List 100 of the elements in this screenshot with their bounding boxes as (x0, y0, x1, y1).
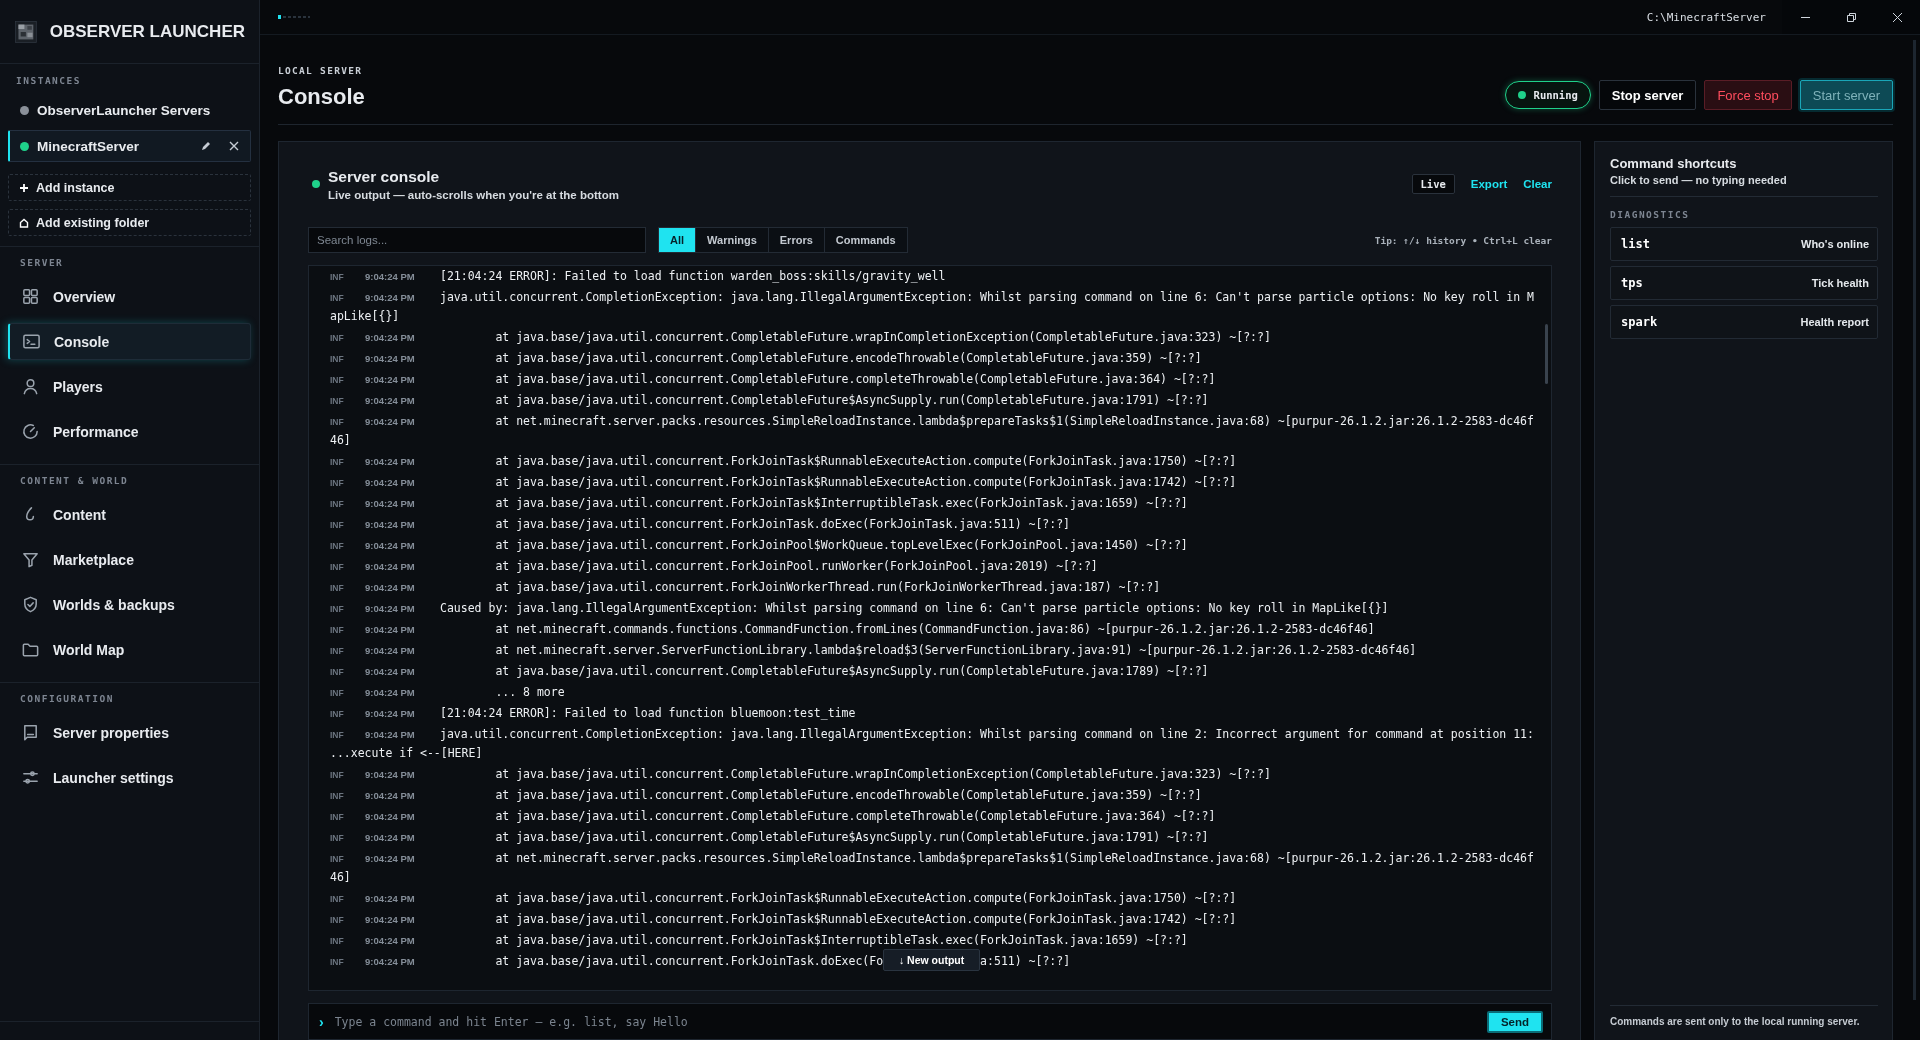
force-stop-button[interactable]: Force stop (1704, 80, 1792, 110)
log-time: 9:04:24 PM (365, 332, 416, 343)
panel-title: Command shortcuts (1610, 156, 1738, 171)
log-message: java.util.concurrent.CompletionException: java.lang.IllegalArgumentException: Whilst parsing command on line 6: Can't parse particle options: No key roll in M (440, 289, 1534, 306)
add-instance-button[interactable]: Add instance (8, 174, 251, 201)
person-icon (21, 377, 40, 396)
nav-item[interactable]: Server properties (8, 714, 251, 751)
nav-item[interactable]: Marketplace (8, 541, 251, 578)
filter-tab[interactable]: All (659, 228, 697, 252)
shortcut-item[interactable]: list Who's online (1610, 227, 1878, 261)
section-heading: CONFIGURATION (19, 692, 115, 706)
filter-tab[interactable]: Commands (824, 228, 907, 252)
restore-icon[interactable] (1845, 11, 1857, 23)
log-time: 9:04:24 PM (365, 292, 416, 303)
section-heading: CONTENT & WORLD (19, 474, 130, 488)
filter-tab[interactable]: Errors (768, 228, 825, 252)
log-level: INF (330, 811, 345, 822)
log-message: at java.base/java.util.concurrent.ForkJoinPool.runWorker(ForkJoinPool.java:2019) ~[?:?] (494, 558, 1098, 575)
app-title: OBSERVER LAUNCHER (49, 21, 245, 42)
log-time: 9:04:24 PM (365, 561, 416, 572)
nav-item[interactable]: Performance (8, 413, 251, 450)
log-time: 9:04:24 PM (365, 395, 416, 406)
prompt-symbol: › (319, 1013, 324, 1030)
live-badge: Live (1411, 174, 1455, 194)
log-message: at java.base/java.util.concurrent.ForkJoinTask$InterruptibleTask.exec(ForkJoinTask.java:1659) ~[?:?] (494, 932, 1188, 949)
log-level: INF (330, 271, 345, 282)
log-message: Caused by: java.lang.IllegalArgumentException: Whilst parsing command on line 6: Can't parse particle options: No key roll in MapLike[{}] (440, 600, 1389, 617)
clear-link[interactable]: Clear (1523, 178, 1552, 190)
log-message: at java.base/java.util.concurrent.CompletableFuture.completeThrowable(CompletableFuture.java:364) ~[?:?] (494, 371, 1216, 388)
log-time: 9:04:24 PM (365, 624, 416, 635)
log-message: at java.base/java.util.concurrent.CompletableFuture.wrapInCompletionException(CompletableFuture.java:323) ~[?:?] (494, 329, 1271, 346)
nav-item[interactable]: Overview (8, 278, 251, 315)
log-time: 9:04:24 PM (365, 666, 416, 677)
log-level: INF (330, 540, 345, 551)
log-message: at java.base/java.util.concurrent.CompletableFuture$AsyncSupply.run(CompletableFuture.java:1791) ~[?:?] (494, 392, 1209, 409)
log-time: 9:04:24 PM (365, 603, 416, 614)
pencil-icon[interactable] (200, 140, 212, 152)
search-field[interactable]: Search logs... (308, 227, 646, 253)
shortcut-item[interactable]: spark Health report (1610, 305, 1878, 339)
nav-item[interactable]: Worlds & backups (8, 586, 251, 623)
new-output-button[interactable]: ↓ New output (883, 948, 981, 971)
log-time: 9:04:24 PM (365, 687, 416, 698)
log-time: 9:04:24 PM (365, 477, 416, 488)
sliders-icon (21, 768, 40, 787)
shortcut-item[interactable]: tps Tick health (1610, 266, 1878, 300)
log-time: 9:04:24 PM (365, 708, 416, 719)
log-time: 9:04:24 PM (365, 893, 416, 904)
close-icon[interactable] (1891, 11, 1903, 23)
log-time: 9:04:24 PM (365, 790, 416, 801)
nav-item[interactable]: Content (8, 496, 251, 533)
log-message: [21:04:24 ERROR]: Failed to load function warden_boss:skills/gravity_well (440, 268, 946, 285)
log-level: INF (330, 374, 345, 385)
log-time: 9:04:24 PM (365, 498, 416, 509)
log-time: 9:04:24 PM (365, 271, 416, 282)
log-time: 9:04:24 PM (365, 582, 416, 593)
page-title: Console (278, 84, 365, 110)
status-dot (1517, 91, 1526, 99)
scrollbar[interactable] (1913, 40, 1916, 1000)
log-time: 9:04:24 PM (365, 811, 416, 822)
log-level: INF (330, 832, 345, 843)
close-icon[interactable] (228, 140, 240, 152)
log-level: INF (330, 956, 345, 967)
nav-item[interactable]: World Map (8, 631, 251, 668)
log-level: INF (330, 935, 345, 946)
log-level: INF (330, 853, 345, 864)
log-message: at java.base/java.util.concurrent.CompletableFuture$AsyncSupply.run(CompletableFuture.java:1789) ~[?:?] (494, 663, 1209, 680)
nav-item[interactable]: Launcher settings (8, 759, 251, 796)
command-field[interactable]: › Type a command and hit Enter — e.g. list, say Hello Send (308, 1003, 1552, 1040)
log-message: at java.base/java.util.concurrent.ForkJoinTask$RunnableExecuteAction.compute(ForkJoinTask.java:1750) ~[?:?] (494, 890, 1237, 907)
home-icon (19, 217, 29, 228)
log-message: at java.base/java.util.concurrent.CompletableFuture$AsyncSupply.run(CompletableFuture.java:1791) ~[?:?] (494, 829, 1209, 846)
log-level: INF (330, 769, 345, 780)
nav-item[interactable]: Players (8, 368, 251, 405)
log-time: 9:04:24 PM (365, 935, 416, 946)
log-message: 46] (330, 432, 351, 449)
stop-button[interactable]: Stop server (1598, 80, 1697, 110)
scrollbar[interactable] (1545, 324, 1548, 384)
instance-item[interactable]: MinecraftServer (8, 130, 251, 162)
log-time: 9:04:24 PM (365, 729, 416, 740)
add-folder-button[interactable]: Add existing folder (8, 209, 251, 236)
log-time: 9:04:24 PM (365, 353, 416, 364)
log-message: apLike[{}] (330, 308, 400, 325)
filter-tab[interactable]: Warnings (696, 228, 769, 252)
log-message: at java.base/java.util.concurrent.ForkJoinTask.doExec(ForkJoinTask.java:511) ~[?:?] (494, 516, 1071, 533)
log-level: INF (330, 729, 345, 740)
export-link[interactable]: Export (1470, 178, 1508, 190)
instance-item[interactable]: ObserverLauncher Servers (8, 94, 251, 126)
start-button[interactable]: Start server (1799, 80, 1893, 110)
grid-icon (21, 287, 40, 306)
log-message: at java.base/java.util.concurrent.ForkJoinTask$RunnableExecuteAction.compute(ForkJoinTask.java:1750) ~[?:?] (494, 453, 1237, 470)
log-time: 9:04:24 PM (365, 914, 416, 925)
log-level: INF (330, 893, 345, 904)
send-button[interactable]: Send (1486, 1010, 1543, 1033)
page-eyebrow: LOCAL SERVER (278, 65, 364, 76)
log-message: 46] (330, 869, 351, 886)
nav-item[interactable]: Console (8, 323, 251, 360)
status-badge: Running (1504, 81, 1591, 109)
log-message: at java.base/java.util.concurrent.ForkJoinTask$RunnableExecuteAction.compute(ForkJoinTask.java:1742) ~[?:?] (494, 474, 1237, 491)
log-level: INF (330, 456, 345, 467)
log-time: 9:04:24 PM (365, 540, 416, 551)
